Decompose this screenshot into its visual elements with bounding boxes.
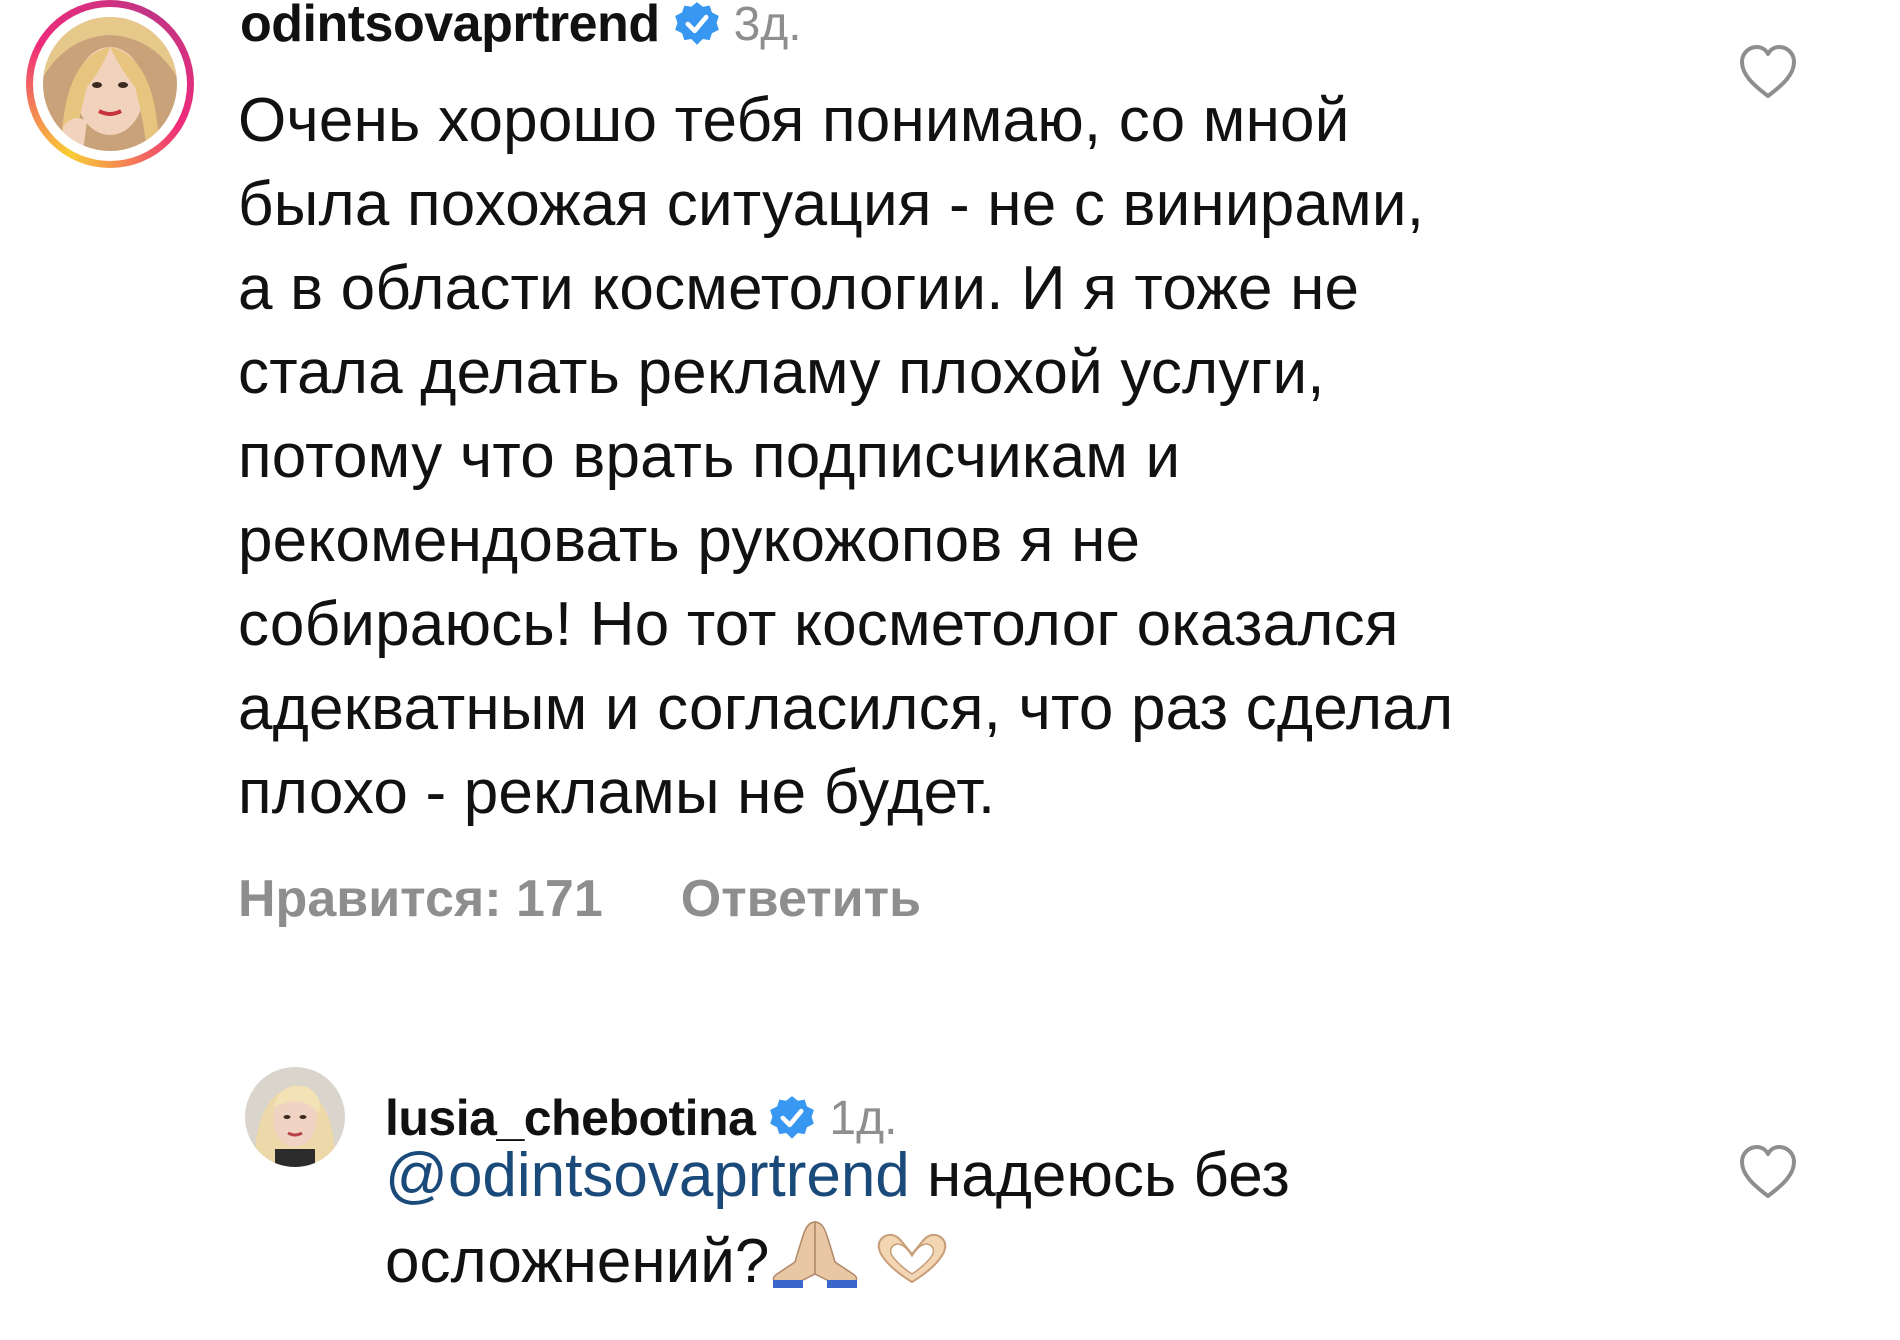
avatar[interactable] (245, 1067, 345, 1167)
comment-text-line: собираюсь! Но тот косметолог оказался (238, 590, 1399, 659)
comment-text-line: осложнений? (385, 1218, 1290, 1304)
comment-text-line: потому что врать подписчикам и (238, 422, 1181, 491)
comment-text-line: плохо - рекламы не будет. (238, 758, 996, 827)
reply-button[interactable]: Ответить (681, 869, 921, 929)
comment-text-line: а в области косметологии. И я тоже не (238, 254, 1360, 323)
comment-text: Очень хорошо тебя понимаю, со мной была … (238, 79, 1738, 835)
comment-header: odintsovaprtrend 3д. (240, 0, 802, 54)
comment-text-line: рекомендовать рукожопов я не (238, 506, 1141, 575)
heart-hands-emoji-icon (869, 1224, 955, 1288)
story-ring-avatar[interactable] (26, 0, 194, 168)
comment-text-line: стала делать рекламу плохой услуги, (238, 338, 1325, 407)
folded-hands-emoji-icon (769, 1218, 861, 1288)
verified-badge-icon (674, 1, 720, 47)
like-heart-icon[interactable] (1738, 1144, 1798, 1200)
comment-text: @odintsovaprtrend надеюсь без осложнений… (385, 1134, 1290, 1304)
comment-text-fragment: надеюсь без (909, 1141, 1290, 1210)
comment-text-line: была похожая ситуация - не с винирами, (238, 170, 1425, 239)
comment-text-line: @odintsovaprtrend надеюсь без (385, 1134, 1290, 1218)
comment-text-line: Очень хорошо тебя понимаю, со мной (238, 86, 1350, 155)
comment-reply: lusia_chebotina 1д. @odintsovaprtrend на… (0, 1030, 1900, 1340)
mention-link[interactable]: @odintsovaprtrend (385, 1141, 910, 1210)
comment-text-line: адекватным и согласился, что раз сделал (238, 674, 1454, 743)
likes-count-button[interactable]: Нравится: 171 (238, 869, 603, 929)
comment-main: odintsovaprtrend 3д. Очень хорошо тебя п… (0, 0, 1900, 960)
comment-actions: Нравится: 171 Ответить (238, 864, 921, 934)
username-link[interactable]: odintsovaprtrend (240, 0, 660, 54)
comment-timestamp: 3д. (733, 0, 802, 51)
like-heart-icon[interactable] (1738, 44, 1798, 100)
avatar[interactable] (43, 17, 177, 151)
comment-text-fragment: осложнений? (385, 1227, 770, 1296)
